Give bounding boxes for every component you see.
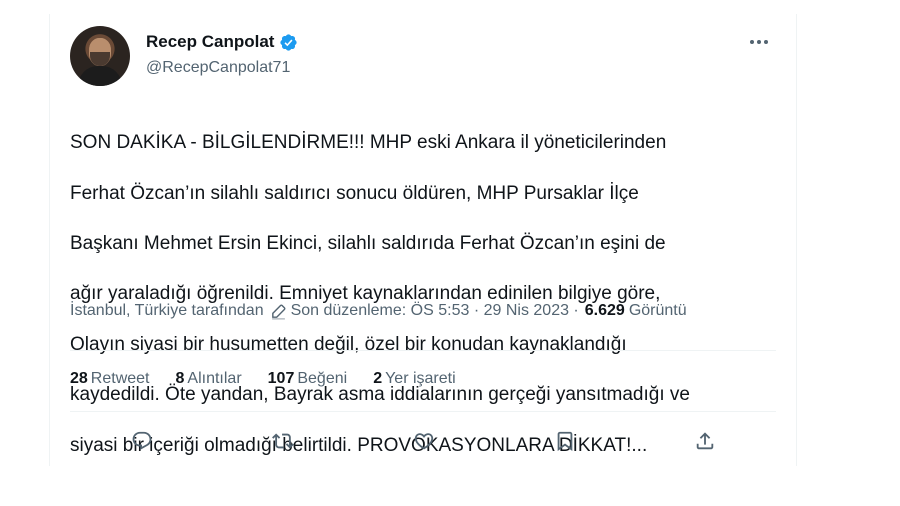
avatar-shirt xyxy=(78,66,122,86)
retweet-button[interactable] xyxy=(268,426,298,456)
more-options-button[interactable] xyxy=(746,32,772,52)
more-dot xyxy=(757,40,761,44)
views-label: Görüntü xyxy=(628,302,687,319)
divider xyxy=(70,411,776,412)
author-display-name[interactable]: Recep Canpolat xyxy=(146,32,274,52)
tweet-card: Recep Canpolat @RecepCanpolat71 SON DAKİ… xyxy=(49,14,797,466)
tweet-text-line: Olayın siyasi bir husumetten değil, özel… xyxy=(70,333,627,355)
quotes-count: 8 xyxy=(175,370,185,387)
likes-count: 107 xyxy=(267,370,295,387)
reply-icon xyxy=(132,431,152,450)
action-bar xyxy=(70,426,776,456)
share-icon xyxy=(696,432,714,450)
more-dot xyxy=(764,40,768,44)
engagement-stats: 28 Retweet 8 Alıntılar 107 Beğeni 2 Yer işar… xyxy=(70,370,482,388)
bookmark-icon xyxy=(557,431,573,452)
tweet-text-line: Başkanı Mehmet Ersin Ekinci, silahlı sal… xyxy=(70,233,666,255)
tweet-meta: İstanbul, Türkiye tarafından Son düzenle… xyxy=(70,302,687,320)
location-text: İstanbul, Türkiye tarafından xyxy=(70,302,264,319)
share-button[interactable] xyxy=(690,426,720,456)
views-count: 6.629 xyxy=(584,302,625,319)
retweets-label: Retweet xyxy=(90,370,150,387)
verified-badge-icon xyxy=(280,33,298,51)
author-name-row: Recep Canpolat xyxy=(146,32,298,52)
edited-timestamp[interactable]: Son düzenleme: ÖS 5:53 · 29 Nis 2023 · xyxy=(291,302,579,320)
retweet-icon xyxy=(272,433,294,449)
divider xyxy=(70,350,776,351)
likes-stat[interactable]: 107 Beğeni xyxy=(268,370,348,388)
more-dot xyxy=(750,40,754,44)
like-icon xyxy=(414,433,434,450)
avatar-beard xyxy=(90,52,110,66)
bookmarks-label: Yer işareti xyxy=(385,370,456,387)
author-handle[interactable]: @RecepCanpolat71 xyxy=(146,59,290,77)
bookmark-button[interactable] xyxy=(550,426,580,456)
reply-button[interactable] xyxy=(127,426,157,456)
retweets-stat[interactable]: 28 Retweet xyxy=(70,370,150,388)
tweet-text-line: SON DAKİKA - BİLGİLENDİRME!!! MHP eski A… xyxy=(70,132,667,154)
retweets-count: 28 xyxy=(70,370,88,387)
likes-label: Beğeni xyxy=(297,370,348,387)
quotes-stat[interactable]: 8 Alıntılar xyxy=(176,370,242,388)
avatar[interactable] xyxy=(70,26,130,86)
bookmarks-count: 2 xyxy=(373,370,383,387)
pencil-icon xyxy=(271,304,286,319)
tweet-text-line: Ferhat Özcan’ın silahlı saldırıcı sonucu… xyxy=(70,182,639,204)
bookmarks-stat[interactable]: 2 Yer işareti xyxy=(373,370,455,388)
like-button[interactable] xyxy=(409,426,439,456)
quotes-label: Alıntılar xyxy=(187,370,242,387)
